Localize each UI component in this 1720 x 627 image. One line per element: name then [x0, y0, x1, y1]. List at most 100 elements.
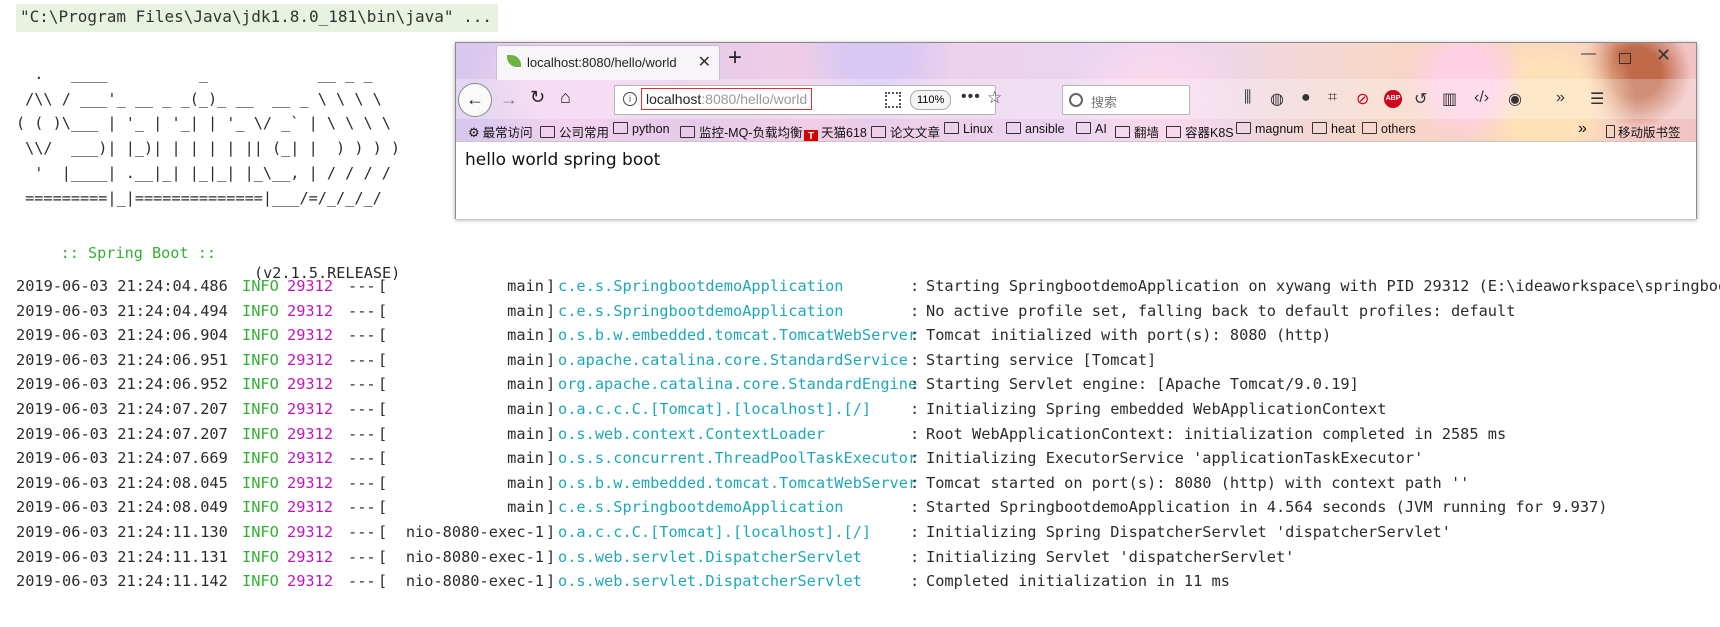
log-thread: nio-8080-exec-1	[405, 547, 544, 566]
log-timestamp: 2019-06-03 21:24:06.904	[16, 326, 228, 345]
log-thread: main	[507, 473, 544, 492]
url-bar[interactable]: i localhost:8080/hello/world 110% ••• ☆	[614, 85, 1002, 115]
log-logger: o.a.c.c.C.[Tomcat].[localhost].[/]	[558, 523, 872, 541]
browser-window[interactable]: localhost:8080/hello/world ✕ + — ✕ ← → ↻…	[455, 42, 1697, 219]
log-bracket-open: [	[378, 375, 388, 394]
bookmark-folder[interactable]: 论文文章	[871, 122, 940, 141]
overflow-icon[interactable]: »	[1556, 89, 1565, 107]
log-bracket-close: ]	[546, 424, 556, 443]
log-timestamp: 2019-06-03 21:24:04.494	[16, 301, 228, 320]
bookmark-folder[interactable]: 容器K8S	[1166, 122, 1234, 141]
log-timestamp: 2019-06-03 21:24:04.486	[16, 277, 228, 295]
log-logger: o.s.web.servlet.DispatcherServlet	[558, 572, 862, 591]
globe-icon[interactable]: ◍	[1270, 89, 1284, 109]
log-colon: :	[910, 572, 920, 591]
folder-icon	[1236, 122, 1251, 134]
log-timestamp: 2019-06-03 21:24:06.952	[16, 375, 228, 394]
navigation-toolbar: ← → ↻ ⌂ i localhost:8080/hello/world 110…	[456, 79, 1696, 119]
log-pid: 29312	[287, 547, 334, 566]
log-colon: :	[910, 400, 920, 418]
log-colon: :	[910, 350, 920, 369]
chat-icon[interactable]: ●	[1301, 89, 1311, 107]
log-level: INFO	[242, 375, 279, 394]
folder-icon	[944, 122, 959, 134]
log-timestamp: 2019-06-03 21:24:11.131	[16, 547, 228, 566]
spring-leaf-icon	[507, 55, 521, 67]
gear-icon: ⚙	[468, 125, 480, 140]
log-level: INFO	[242, 572, 279, 591]
bookmark-folder[interactable]: 翻墙	[1115, 122, 1159, 141]
bookmark-folder[interactable]: 监控-MQ-负载均衡	[680, 122, 802, 141]
log-thread: main	[507, 498, 544, 517]
reload-icon[interactable]: ↻	[530, 87, 545, 108]
log-separator: ---	[348, 301, 376, 320]
tab-active[interactable]: localhost:8080/hello/world ✕	[496, 45, 720, 80]
log-separator: ---	[348, 449, 376, 468]
log-bracket-close: ]	[546, 547, 556, 566]
account-icon[interactable]: ◉	[1508, 89, 1522, 109]
search-placeholder: 搜索	[1091, 95, 1118, 110]
log-pid: 29312	[287, 277, 334, 295]
log-colon: :	[910, 326, 920, 345]
log-level: INFO	[242, 424, 279, 443]
log-colon: :	[910, 449, 920, 468]
bookmark-folder[interactable]: heat	[1312, 122, 1355, 136]
log-bracket-close: ]	[546, 350, 556, 369]
bookmark-folder[interactable]: python	[613, 122, 670, 136]
log-bracket-open: [	[378, 277, 388, 295]
spring-boot-tag: :: Spring Boot ::	[60, 244, 217, 262]
mobile-bookmarks[interactable]: 移动版书签	[1606, 122, 1681, 141]
log-separator: ---	[348, 424, 376, 443]
log-timestamp: 2019-06-03 21:24:07.207	[16, 400, 228, 418]
log-logger: c.e.s.SpringbootdemoApplication	[558, 301, 844, 320]
spring-ascii-banner: . ____ _ __ _ _ /\\ / ___'_ __ _ _(_)_ _…	[16, 65, 401, 207]
close-window-icon[interactable]: ✕	[1656, 45, 1671, 66]
bookmark-folder[interactable]: magnum	[1236, 122, 1304, 136]
log-pid: 29312	[287, 326, 334, 345]
refresh-icon[interactable]: ↺	[1414, 89, 1427, 109]
search-input[interactable]: 搜索	[1062, 85, 1190, 115]
log-message: No active profile set, falling back to d…	[926, 301, 1516, 320]
forward-arrow-icon[interactable]: →	[500, 89, 518, 110]
bookmark-folder[interactable]: ansible	[1006, 122, 1065, 136]
page-actions-icon[interactable]: •••	[961, 88, 981, 106]
new-tab-icon[interactable]: +	[728, 44, 742, 72]
maximize-icon[interactable]	[1619, 53, 1631, 64]
bookmark-folder[interactable]: 公司常用	[540, 122, 609, 141]
qr-code-icon[interactable]	[885, 92, 901, 108]
sidebar-icon[interactable]: ▥	[1442, 89, 1457, 109]
bookmark-folder[interactable]: others	[1362, 122, 1416, 136]
bookmarks-toolbar: ⚙ 最常访问 公司常用 python 监控-MQ-负载均衡 T 天猫618 论文文章…	[456, 119, 1696, 144]
log-pid: 29312	[287, 572, 334, 591]
home-icon[interactable]: ⌂	[560, 87, 571, 108]
bookmark-most-visited[interactable]: ⚙ 最常访问	[468, 122, 533, 141]
crop-icon[interactable]: ⌗	[1328, 89, 1337, 107]
log-pid: 29312	[287, 375, 334, 394]
url-text[interactable]: localhost:8080/hello/world	[641, 88, 813, 110]
log-pid: 29312	[287, 498, 334, 517]
minimize-icon[interactable]: —	[1581, 45, 1596, 62]
log-logger: o.s.b.w.embedded.tomcat.TomcatWebServer	[558, 326, 918, 345]
url-path: :8080/hello/world	[701, 91, 808, 107]
no-sign-icon[interactable]: ⊘	[1356, 89, 1369, 109]
log-pid: 29312	[287, 400, 334, 418]
menu-icon[interactable]: ☰	[1590, 89, 1604, 109]
code-icon[interactable]: ‹/›	[1474, 89, 1489, 107]
page-info-icon[interactable]: i	[623, 92, 637, 106]
log-bracket-open: [	[378, 572, 388, 591]
log-bracket-close: ]	[546, 473, 556, 492]
zoom-level[interactable]: 110%	[910, 90, 952, 110]
command-line: "C:\Program Files\Java\jdk1.8.0_181\bin\…	[16, 4, 499, 32]
tab-close-icon[interactable]: ✕	[698, 52, 711, 72]
bookmarks-overflow-icon[interactable]: »	[1578, 120, 1587, 138]
bookmark-star-icon[interactable]: ☆	[987, 88, 1002, 108]
back-arrow-icon[interactable]: ←	[458, 83, 492, 117]
log-separator: ---	[348, 498, 376, 517]
log-bracket-close: ]	[546, 572, 556, 591]
library-icon[interactable]: ⫼	[1244, 89, 1251, 107]
adblock-icon[interactable]: ABP	[1384, 90, 1402, 108]
log-pid: 29312	[287, 424, 334, 443]
log-logger: o.s.s.concurrent.ThreadPoolTaskExecutor	[558, 449, 918, 468]
bookmark-folder[interactable]: AI	[1076, 122, 1107, 136]
bookmark-folder[interactable]: Linux	[944, 122, 993, 136]
